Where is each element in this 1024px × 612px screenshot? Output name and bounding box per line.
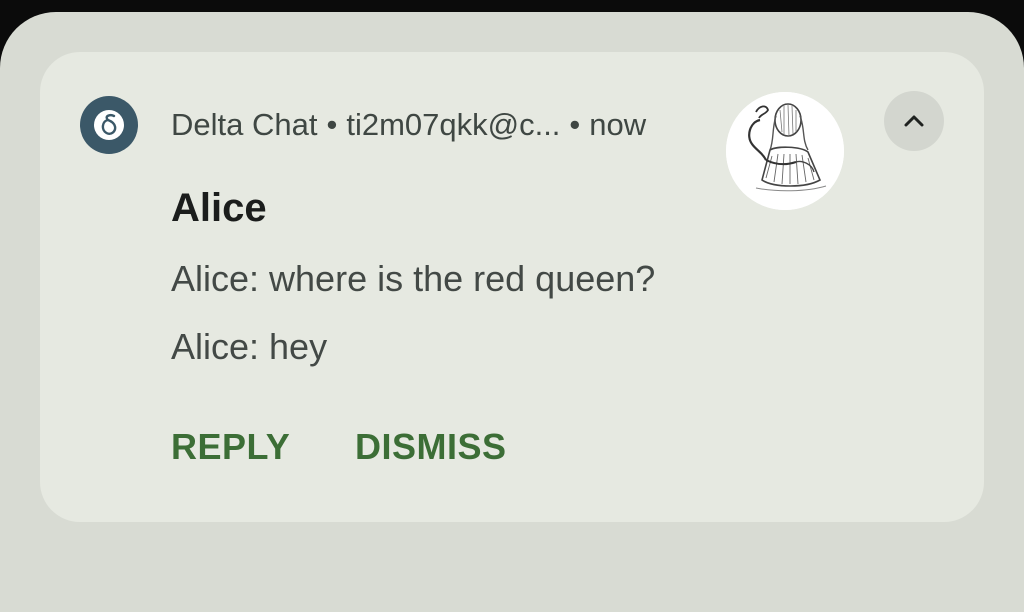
account-address: ti2m07qkk@c... xyxy=(346,107,561,142)
app-name: Delta Chat xyxy=(171,107,318,142)
header-separator: • xyxy=(326,107,338,142)
chevron-up-icon xyxy=(904,115,924,127)
message-line: Alice: where is the red queen? xyxy=(171,258,656,299)
message-line: Alice: hey xyxy=(171,326,328,367)
header-separator: • xyxy=(569,107,581,142)
notification-title: Alice xyxy=(171,186,267,230)
expand-button[interactable] xyxy=(884,91,944,151)
delta-chat-icon xyxy=(80,96,138,154)
notification-header: Delta Chat • ti2m07qkk@c... • now xyxy=(171,105,646,145)
avatar xyxy=(726,92,844,210)
reply-button[interactable]: REPLY xyxy=(171,425,290,469)
dismiss-button[interactable]: DISMISS xyxy=(355,425,507,469)
timestamp: now xyxy=(589,107,647,142)
